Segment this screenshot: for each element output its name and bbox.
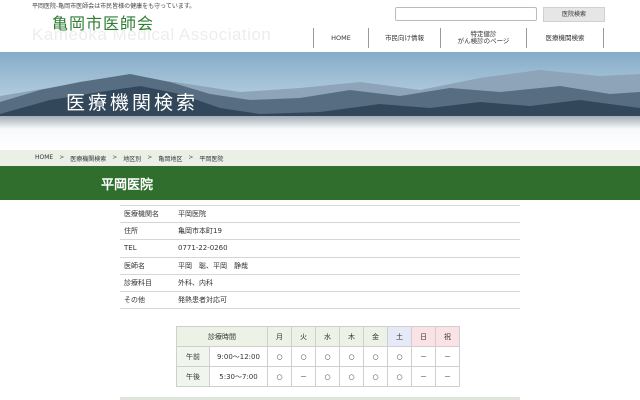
- breadcrumb-home[interactable]: HOME: [35, 154, 53, 163]
- breadcrumb-kameoka-area[interactable]: 亀岡地区: [158, 154, 182, 163]
- breadcrumb-separator: >: [188, 153, 194, 161]
- page-title: 平岡医院: [101, 178, 154, 193]
- availability-mark: －: [435, 346, 460, 367]
- availability-mark: ○: [339, 346, 364, 367]
- breadcrumb-current: 平岡医院: [199, 155, 224, 163]
- availability-mark: ○: [363, 366, 388, 387]
- table-row: 住所 亀岡市本町19: [120, 222, 520, 241]
- availability-mark: －: [411, 366, 436, 387]
- day-header-holiday: 祝: [435, 326, 460, 347]
- info-value: 平岡 聡、平岡 静哉: [178, 257, 520, 275]
- availability-mark: －: [435, 366, 460, 387]
- info-key: TEL: [120, 239, 178, 258]
- table-row: TEL 0771-22-0260: [120, 239, 520, 258]
- session-label: 午前: [176, 346, 210, 367]
- availability-mark: ○: [315, 346, 340, 367]
- info-value: 発熱患者対応可: [178, 291, 520, 310]
- info-value: 0771-22-0260: [178, 239, 520, 258]
- table-row: その他 発熱患者対応可: [120, 291, 520, 310]
- nav-home[interactable]: HOME: [313, 28, 368, 48]
- site-tagline: 平岡医院-亀岡市医師会は市民皆様の健康をも守っています。: [32, 3, 196, 10]
- day-header: 月: [267, 326, 292, 347]
- session-label: 午後: [176, 366, 210, 387]
- hero-banner: 医療機関検索: [0, 52, 640, 148]
- availability-mark: －: [291, 366, 316, 387]
- nav-checkup-line2: がん検診のページ: [457, 37, 510, 45]
- breadcrumb-separator: >: [147, 153, 153, 161]
- breadcrumb-separator: >: [112, 153, 118, 161]
- search-input[interactable]: [395, 7, 537, 21]
- day-header: 火: [291, 326, 316, 347]
- hero-title: 医療機関検索: [66, 92, 199, 114]
- schedule-header-row: 診療時間 月 火 水 木 金 土 日 祝: [176, 326, 460, 347]
- site-logo[interactable]: 亀岡市医師会: [52, 10, 154, 34]
- page-title-bar: 平岡医院: [0, 166, 640, 200]
- breadcrumb-separator: >: [59, 153, 65, 161]
- clinic-search-button[interactable]: 医院検索: [543, 7, 605, 22]
- day-header: 水: [315, 326, 340, 347]
- day-header-saturday: 土: [387, 326, 412, 347]
- breadcrumb: HOME > 医療機関検索 > 地区別 > 亀岡地区 > 平岡医院: [0, 150, 640, 166]
- breadcrumb-by-area[interactable]: 地区別: [123, 154, 141, 163]
- clinic-info-table: 医療機関名 平岡医院 住所 亀岡市本町19 TEL 0771-22-0260 医師名平…: [120, 204, 520, 310]
- availability-mark: ○: [315, 366, 340, 387]
- info-key: 診療科目: [120, 274, 178, 292]
- availability-mark: ○: [387, 366, 412, 387]
- session-time: 5:30〜7:00: [209, 366, 268, 387]
- consultation-hours-table: 診療時間 月 火 水 木 金 土 日 祝 午前 9:00〜12:00 ○ ○ ○…: [176, 326, 460, 387]
- main-nav: HOME 市民向け情報 特定健診 がん検診のページ 医療機関検索: [313, 28, 604, 48]
- schedule-header-label: 診療時間: [176, 326, 268, 347]
- info-value: 亀岡市本町19: [178, 222, 520, 241]
- info-key: 医師名: [120, 257, 178, 275]
- table-row: 診療科目 外科、内科: [120, 274, 520, 292]
- schedule-row-afternoon: 午後 5:30〜7:00 ○ － ○ ○ ○ ○ － －: [176, 366, 460, 387]
- nav-checkup-page[interactable]: 特定健診 がん検診のページ: [440, 28, 526, 48]
- availability-mark: ○: [291, 346, 316, 367]
- day-header: 木: [339, 326, 364, 347]
- availability-mark: ○: [267, 346, 292, 367]
- availability-mark: ○: [363, 346, 388, 367]
- availability-mark: ○: [339, 366, 364, 387]
- day-header-sunday: 日: [411, 326, 436, 347]
- table-row: 医療機関名 平岡医院: [120, 204, 520, 224]
- info-value: 外科、内科: [178, 274, 520, 292]
- availability-mark: －: [411, 346, 436, 367]
- info-key: その他: [120, 291, 178, 310]
- nav-citizen-info[interactable]: 市民向け情報: [368, 28, 440, 48]
- info-value: 平岡医院: [178, 204, 520, 224]
- availability-mark: ○: [387, 346, 412, 367]
- day-header: 金: [363, 326, 388, 347]
- nav-clinic-search[interactable]: 医療機関検索: [526, 28, 604, 48]
- info-key: 住所: [120, 222, 178, 241]
- schedule-row-morning: 午前 9:00〜12:00 ○ ○ ○ ○ ○ ○ － －: [176, 346, 460, 367]
- session-time: 9:00〜12:00: [209, 346, 268, 367]
- table-row: 医師名 平岡 聡、平岡 静哉: [120, 257, 520, 275]
- breadcrumb-clinic-search[interactable]: 医療機関検索: [70, 154, 106, 163]
- availability-mark: ○: [267, 366, 292, 387]
- info-key: 医療機関名: [120, 204, 178, 224]
